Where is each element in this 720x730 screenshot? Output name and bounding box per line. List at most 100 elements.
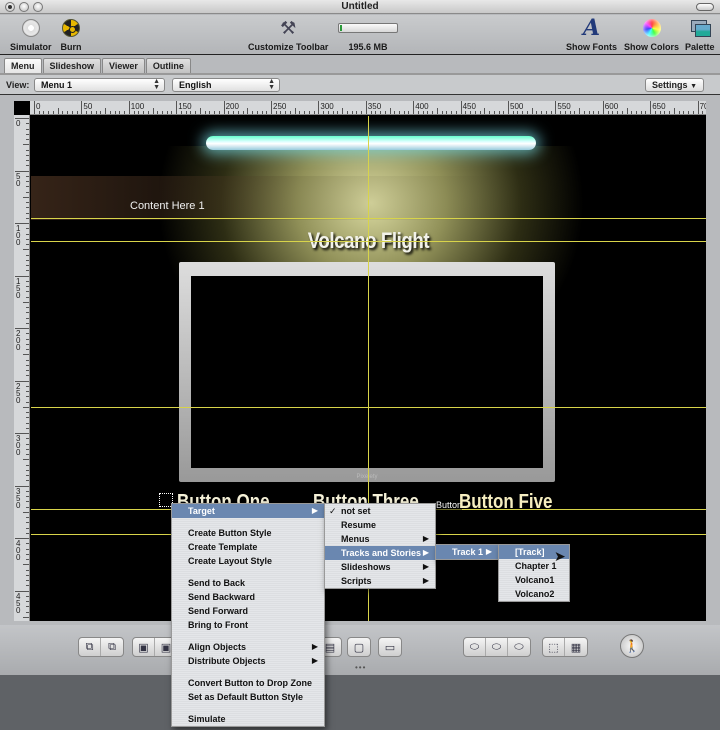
menu-item-create-button-style[interactable]: Create Button Style <box>172 526 324 540</box>
ruler-tick <box>304 111 306 114</box>
ruler-tick-label: 50 <box>16 171 21 188</box>
ruler-tick-label: 500 <box>510 102 524 111</box>
ruler-tick <box>26 307 29 308</box>
burn-button[interactable]: Burn <box>60 17 82 52</box>
align-icon[interactable]: ▣ <box>133 638 155 656</box>
motion-button[interactable]: 🚶 <box>620 634 644 658</box>
ruler-tick <box>38 111 40 114</box>
ruler-tick <box>62 111 64 114</box>
menu-item-align-objects[interactable]: Align Objects ▶ <box>172 640 324 654</box>
target-submenu: ✓ not set Resume Menus ▶ Tracks and Stories ▶ S… <box>324 503 436 589</box>
menu-item-volcano1[interactable]: Volcano1 <box>499 573 569 587</box>
ruler-tick <box>81 101 83 114</box>
menu-item-simulate[interactable]: Simulate <box>172 712 324 726</box>
menu-item-send-forward[interactable]: Send Forward <box>172 604 324 618</box>
ruler-tick <box>375 111 377 114</box>
menu-item-target[interactable]: Target ▶ <box>172 504 324 518</box>
drop-zone[interactable] <box>191 276 543 468</box>
menu-item-resume[interactable]: Resume <box>325 518 435 532</box>
background-icon[interactable]: ▭ <box>379 638 401 656</box>
language-popup[interactable]: English ▲ ▼ <box>172 78 280 92</box>
menu-item-create-layout-style[interactable]: Create Layout Style <box>172 554 324 568</box>
bring-front-icon[interactable]: ⧉ <box>79 638 101 656</box>
menu-item-track-1[interactable]: Track 1 ▶ <box>436 545 498 559</box>
ruler-tick <box>26 280 29 282</box>
popup-arrows-icon: ▲ ▼ <box>153 78 160 91</box>
submenu-arrow-icon: ▶ <box>422 576 429 585</box>
toolbar-toggle-button[interactable] <box>696 3 714 11</box>
palette-button[interactable]: Palette <box>685 17 715 52</box>
menu-item-slideshows[interactable]: Slideshows ▶ <box>325 560 435 574</box>
menu-button-five[interactable]: Button Five <box>459 491 553 514</box>
ruler-tick <box>171 111 173 114</box>
layer-icon[interactable]: ▢ <box>348 638 370 656</box>
drop-zone-frame[interactable]: Pixelety <box>179 262 555 482</box>
menu-item-not-set[interactable]: ✓ not set <box>325 504 435 518</box>
text-object[interactable]: Content Here 1 <box>130 200 205 212</box>
menu-item-bring-to-front[interactable]: Bring to Front <box>172 618 324 632</box>
ruler-tick-label: 450 <box>16 591 21 615</box>
menu-item-send-backward[interactable]: Send Backward <box>172 590 324 604</box>
ruler-tick <box>26 238 29 240</box>
ruler-tick <box>26 422 29 424</box>
show-fonts-button[interactable]: A Show Fonts <box>566 17 617 52</box>
menu-item-volcano2[interactable]: Volcano2 <box>499 587 569 601</box>
menu-item-send-to-back[interactable]: Send to Back <box>172 576 324 590</box>
ruler-tick <box>26 175 29 177</box>
vertical-ruler: 0 50 100 150 200 250 300 350 400 450 <box>14 115 30 621</box>
menu-item-label: Create Template <box>188 542 258 552</box>
menu-item-tracks-and-stories[interactable]: Tracks and Stories ▶ <box>325 546 435 560</box>
ruler-tick <box>26 270 29 272</box>
tab-outline[interactable]: Outline <box>145 58 191 74</box>
ruler-tick <box>299 111 301 114</box>
ruler-tick <box>318 101 320 114</box>
ruler-tick <box>26 217 29 219</box>
tab-menu[interactable]: Menu <box>4 58 42 74</box>
ruler-tick <box>323 111 325 114</box>
ruler-tick <box>479 111 481 114</box>
ruler-tick <box>119 111 121 114</box>
ruler-tick <box>26 464 29 466</box>
ruler-tick <box>432 111 434 114</box>
ruler-tick <box>34 101 35 114</box>
selection-rect-icon[interactable]: ⬚ <box>543 638 565 656</box>
ruler-tick <box>23 564 29 566</box>
tab-slideshow[interactable]: Slideshow <box>42 58 102 74</box>
ruler-tick <box>128 101 130 114</box>
menu-item-distribute-objects[interactable]: Distribute Objects ▶ <box>172 654 324 668</box>
button-glow-icon[interactable]: ⬭ <box>508 638 530 656</box>
ruler-tick <box>242 111 244 114</box>
menu-item-create-template[interactable]: Create Template <box>172 540 324 554</box>
safe-area-icon[interactable]: ▦ <box>565 638 587 656</box>
ruler-tick <box>569 111 571 114</box>
ruler-tick <box>43 111 45 114</box>
menu-item-label: Target <box>188 506 215 516</box>
menu-separator <box>172 632 324 640</box>
menu-item-menus[interactable]: Menus ▶ <box>325 532 435 546</box>
ruler-tick <box>289 111 291 114</box>
ruler-tick <box>635 111 637 114</box>
simulator-button[interactable]: Simulator <box>10 17 52 52</box>
ruler-tick <box>26 438 29 440</box>
resize-dots[interactable]: ••• <box>355 663 366 672</box>
ruler-tick <box>26 559 29 560</box>
popup-arrows-icon: ▲ ▼ <box>268 78 275 91</box>
toolbar: Simulator Burn ⚒ Customize Toolbar 195.6… <box>0 15 720 55</box>
menu-item-scripts[interactable]: Scripts ▶ <box>325 574 435 588</box>
language-value: English <box>179 80 212 90</box>
customize-toolbar-button[interactable]: ⚒ Customize Toolbar <box>248 17 328 53</box>
menu-item-convert-button-to-drop-zone[interactable]: Convert Button to Drop Zone <box>172 676 324 690</box>
menu-item-set-as-default-button-style[interactable]: Set as Default Button Style <box>172 690 324 704</box>
menu-separator <box>172 518 324 526</box>
button-highlight-icon[interactable]: ⬭ <box>486 638 508 656</box>
view-menu-popup[interactable]: Menu 1 ▲ ▼ <box>34 78 165 92</box>
send-back-icon[interactable]: ⧉ <box>101 638 123 656</box>
view-menu-value: Menu 1 <box>41 80 73 90</box>
show-colors-button[interactable]: Show Colors <box>624 17 679 52</box>
ruler-tick <box>560 111 562 114</box>
menu-item-label: Distribute Objects <box>188 656 266 666</box>
tab-viewer[interactable]: Viewer <box>102 58 145 74</box>
ruler-tick <box>332 111 334 114</box>
settings-button[interactable]: Settings ▼ <box>645 78 704 92</box>
button-shape-icon[interactable]: ⬭ <box>464 638 486 656</box>
